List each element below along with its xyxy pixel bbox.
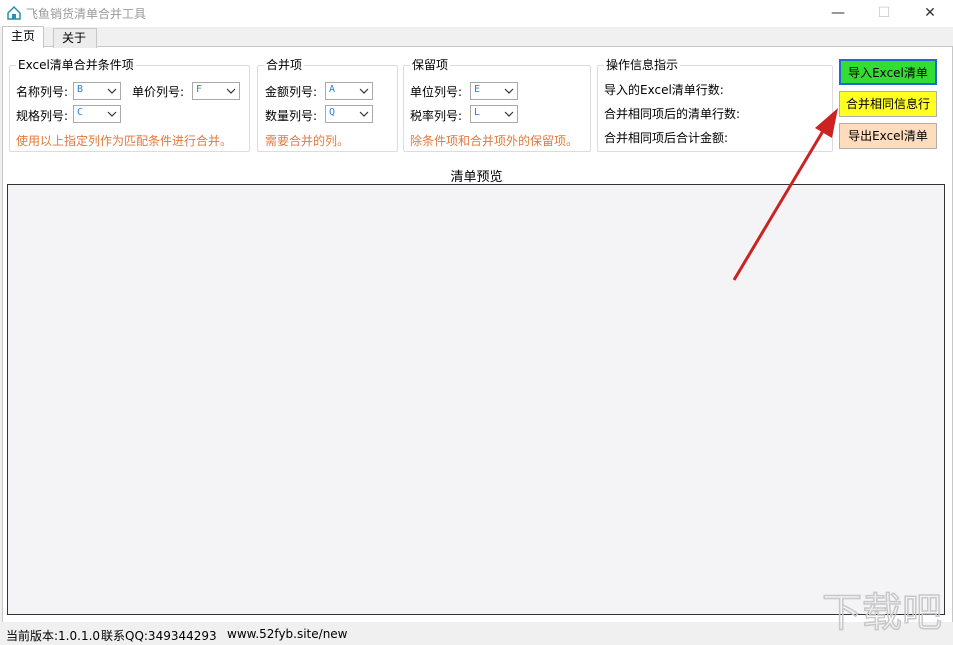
qq-contact-text: 联系QQ:349344293 [101,629,217,643]
tab-main[interactable]: 主页 [2,26,45,48]
website-link[interactable]: www.52fyb.site/new [227,627,348,641]
version-text: 当前版本:1.0.1.0 [6,629,101,643]
red-arrow [732,108,838,281]
watermark-logo: 下载吧 [821,589,943,637]
watermark-text: 下载吧 [822,590,942,636]
